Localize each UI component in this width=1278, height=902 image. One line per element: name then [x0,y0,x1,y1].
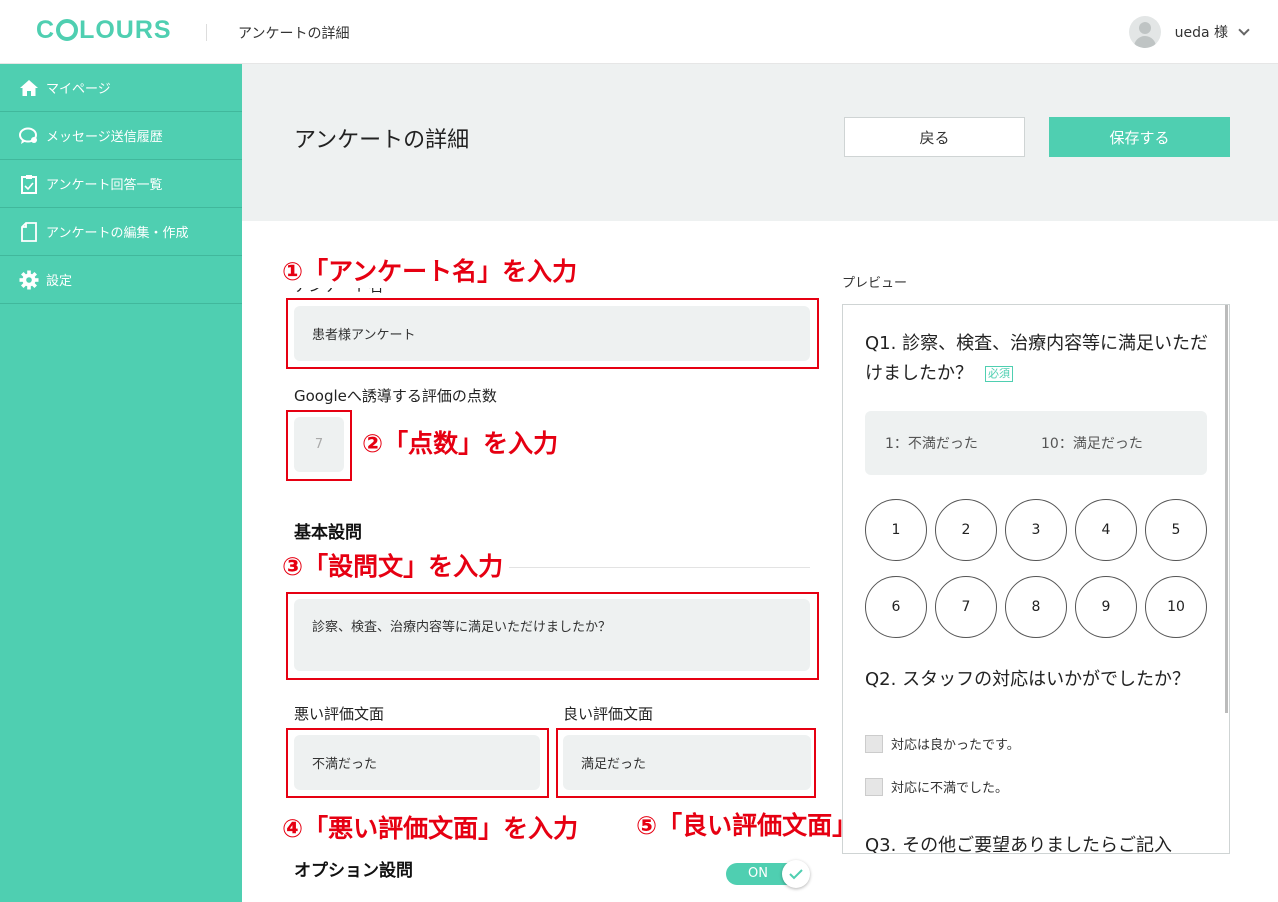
preview-q3: Q3. その他ご要望ありましたらご記入 [865,835,1173,854]
preview-scale: 1：不満だった 10：満足だった [865,411,1207,475]
score-option-9[interactable]: 9 [1075,576,1137,638]
preview-q1-text: Q1. 診察、検査、治療内容等に満足いただけましたか？ [865,333,1209,384]
preview-q1: Q1. 診察、検査、治療内容等に満足いただけましたか？ 必須 [865,329,1215,389]
annotation-bad-rating: ④「悪い評価文面」を入力 [282,814,579,843]
good-rating-label: 良い評価文面 [563,705,654,723]
page-title: アンケートの詳細 [294,128,470,153]
sidebar-item-label: アンケート回答一覧 [46,178,163,193]
preview-q2: Q2. スタッフの対応はいかがでしたか？ [865,669,1191,690]
header-divider [206,24,207,41]
score-option-3[interactable]: 3 [1005,499,1067,561]
score-option-6[interactable]: 6 [865,576,927,638]
gear-icon [18,269,40,291]
sidebar-item-label: メッセージ送信履歴 [46,130,163,145]
checkbox[interactable] [865,734,883,753]
score-option-1[interactable]: 1 [865,499,927,561]
sidebar-item-survey-edit[interactable]: アンケートの編集・作成 [0,208,242,256]
document-icon [18,221,40,243]
sidebar-item-label: アンケートの編集・作成 [46,226,189,241]
required-badge: 必須 [985,366,1013,382]
annotation-score: ②「点数」を入力 [362,429,559,458]
preview-option-2[interactable]: 対応に不満でした。 [865,777,1008,796]
score-option-4[interactable]: 4 [1075,499,1137,561]
highlight-survey-name [286,298,819,369]
header-title: アンケートの詳細 [238,26,350,42]
top-header: C LOURS アンケートの詳細 ueda 様 [0,0,1278,64]
option-toggle[interactable]: ON [726,860,810,888]
highlight-bad-rating [286,728,549,798]
option-question-heading: オプション設問 [294,861,413,881]
checkbox[interactable] [865,777,883,796]
sidebar-item-label: 設定 [46,274,73,289]
sidebar-item-message-history[interactable]: メッセージ送信履歴 [0,112,242,160]
user-name[interactable]: ueda 様 [1175,22,1228,42]
user-menu[interactable]: ueda 様 [1128,16,1250,48]
page-header: アンケートの詳細 戻る 保存する [242,64,1278,221]
chevron-down-icon[interactable] [1238,24,1250,36]
chat-icon [18,125,40,147]
annotation-question: ③「設問文」を入力 [282,547,510,583]
highlight-score [286,410,352,481]
preview-panel[interactable]: Q1. 診察、検査、治療内容等に満足いただけましたか？ 必須 1：不満だった 10… [842,304,1230,854]
back-button[interactable]: 戻る [844,117,1025,157]
option-label: 対応に不満でした。 [891,781,1009,796]
sidebar-item-survey-responses[interactable]: アンケート回答一覧 [0,160,242,208]
sidebar-item-settings[interactable]: 設定 [0,256,242,304]
score-option-8[interactable]: 8 [1005,576,1067,638]
score-option-2[interactable]: 2 [935,499,997,561]
scale-max-label: 10：満足だった [1041,436,1143,452]
scale-min-label: 1：不満だった [885,436,978,452]
score-label: Googleへ誘導する評価の点数 [294,387,497,405]
preview-option-1[interactable]: 対応は良かったです。 [865,734,1020,753]
basic-question-heading: 基本設問 [294,523,362,543]
home-icon [18,77,40,99]
option-label: 対応は良かったです。 [891,738,1020,753]
highlight-good-rating [556,728,816,798]
sidebar-item-label: マイページ [46,82,111,97]
bad-rating-label: 悪い評価文面 [294,705,385,723]
score-option-10[interactable]: 10 [1145,576,1207,638]
score-option-5[interactable]: 5 [1145,499,1207,561]
annotation-survey-name: ①「アンケート名」を入力 [282,252,584,288]
save-button[interactable]: 保存する [1049,117,1230,157]
score-option-7[interactable]: 7 [935,576,997,638]
sidebar-item-mypage[interactable]: マイページ [0,64,242,112]
highlight-question [286,592,819,680]
colours-logo[interactable]: C LOURS [36,16,172,45]
preview-scrollbar[interactable] [1225,305,1228,713]
avatar[interactable] [1128,16,1161,48]
preview-label: プレビュー [842,276,908,291]
sidebar: マイページ メッセージ送信履歴 アンケート回答一覧 アンケートの編集・作成 設定 [0,64,242,902]
check-icon [782,860,810,888]
clipboard-icon [18,173,40,195]
